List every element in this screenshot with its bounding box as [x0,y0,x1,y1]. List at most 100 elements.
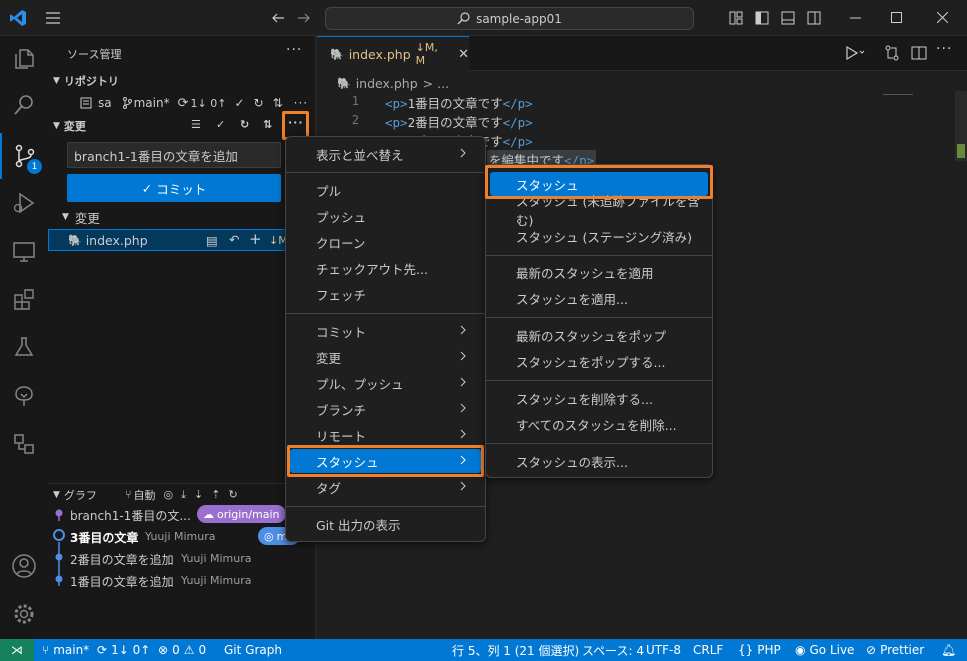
graph-commit-message[interactable]: 1番目の文章を追加 [70,573,174,590]
status-cursor-position[interactable]: 行 5、列 1 (21 個選択) [452,639,579,661]
menu-icon[interactable] [45,11,61,25]
split-editor-icon[interactable] [911,45,927,61]
back-arrow-icon[interactable] [271,11,285,25]
graph-commit-message[interactable]: branch1-1番目の文... [70,507,191,524]
status-problems[interactable]: ⊗ 0 ⚠ 0 [158,639,206,661]
search-icon[interactable] [0,82,48,128]
menu-item-clone[interactable]: クローン [290,230,481,254]
status-eol[interactable]: CRLF [693,639,723,661]
sidebar-more-actions-icon[interactable]: ··· [286,42,302,58]
fetch-icon[interactable]: ⤓ [181,488,186,502]
breadcrumb[interactable]: 🐘 index.php > ... [337,73,449,93]
menu-separator [486,380,712,381]
customize-layout-icon[interactable] [729,11,743,25]
graph-section-header[interactable]: ▼ グラフ ⑂ 自動 ◎ ⤓ ⇣ ⇡ ↻ [48,483,316,505]
close-window-icon[interactable] [937,12,948,23]
code-line[interactable]: <p>2番目の文章です</p> [385,112,533,131]
refresh-icon[interactable]: ↻ [254,96,264,110]
status-sync[interactable]: ⟳ 1↓ 0↑ [97,639,150,661]
account-icon[interactable] [0,543,48,589]
notifications-bell-icon[interactable]: 🔔︎ [941,639,956,661]
graph-commit-message[interactable]: 3番目の文章 [70,529,138,546]
publish-icon[interactable]: ⇅ [273,96,283,110]
changed-file-row[interactable]: 🐘 index.php ▤ ↶ + ↓M [48,229,316,251]
source-control-icon[interactable]: 1 [0,133,48,179]
pull-icon[interactable]: ⇣ [194,488,203,501]
status-prettier[interactable]: ⊘ Prettier [866,639,924,661]
view-as-list-icon[interactable]: ☰ [191,118,201,131]
graph-commit-message[interactable]: 2番目の文章を追加 [70,551,174,568]
menu-item-remote[interactable]: リモート [290,423,481,447]
commit-check-icon[interactable]: ✓ [234,96,244,110]
commit-message-input[interactable]: branch1-1番目の文章を追加 [67,142,281,168]
menu-item-commit[interactable]: コミット [290,319,481,343]
submenu-item-stash-untracked[interactable]: スタッシュ (未追跡ファイルを含む) [490,194,708,228]
toggle-secondary-sidebar-icon[interactable] [807,11,821,25]
menu-item-push[interactable]: プッシュ [290,204,481,228]
containers-icon[interactable] [0,421,48,467]
submenu-item-stash-staged[interactable]: スタッシュ (ステージング済み) [490,224,708,248]
changes-section-header[interactable]: ▼ 変更 ☰ ✓ ↻ ⇅ ··· [48,115,316,137]
forward-arrow-icon[interactable] [297,11,311,25]
submenu-item-drop[interactable]: スタッシュを削除する... [490,386,708,410]
stage-changes-icon[interactable]: + [249,230,262,248]
git-graph-icon[interactable] [0,373,48,419]
repo-more-icon[interactable]: ··· [294,96,308,110]
editor-more-actions-icon[interactable]: ··· [936,41,952,57]
menu-item-branch[interactable]: ブランチ [290,397,481,421]
refresh-icon[interactable]: ↻ [240,118,249,131]
submenu-item-apply-latest[interactable]: 最新のスタッシュを適用 [490,260,708,284]
status-git-graph[interactable]: Git Graph [224,639,282,661]
menu-item-fetch[interactable]: フェッチ [290,282,481,306]
submenu-item-drop-all[interactable]: すべてのスタッシュを削除... [490,412,708,436]
testing-icon[interactable] [0,324,48,370]
repositories-section-header[interactable]: ▼ リポジトリ [48,70,316,92]
target-icon[interactable]: ◎ [164,488,174,501]
status-language[interactable]: {} PHP [738,639,781,661]
remote-indicator[interactable]: ⋊ [0,639,34,661]
minimap[interactable] [883,94,913,100]
open-changes-icon[interactable] [884,45,900,61]
toggle-panel-icon[interactable] [781,11,795,25]
minimize-icon[interactable] [850,17,862,19]
remote-explorer-icon[interactable] [0,229,48,275]
refresh-icon[interactable]: ↻ [228,488,237,501]
pull-push-icon[interactable]: ⇅ [263,118,272,131]
toggle-sidebar-icon[interactable] [755,11,769,25]
menu-item-tags[interactable]: タグ [290,475,481,499]
settings-gear-icon[interactable] [0,591,48,637]
status-encoding[interactable]: UTF-8 [646,639,681,661]
submenu-item-view-stash[interactable]: スタッシュの表示... [490,449,708,473]
sync-icon[interactable]: ⟳ [178,96,189,111]
menu-item-pull-push[interactable]: プル、プッシュ [290,371,481,395]
graph-auto-label[interactable]: 自動 [134,487,156,503]
run-icon[interactable] [845,45,865,61]
explorer-icon[interactable] [0,36,48,82]
maximize-icon[interactable] [891,12,902,23]
menu-item-view-sort[interactable]: 表示と並べ替え [290,142,481,166]
discard-changes-icon[interactable]: ↶ [229,232,239,247]
command-center-search[interactable]: sample-app01 [325,7,694,30]
open-file-icon[interactable]: ▤ [206,233,218,248]
menu-item-show-git-output[interactable]: Git 出力の表示 [290,512,481,536]
status-go-live[interactable]: ◉ Go Live [795,639,854,661]
submenu-item-apply[interactable]: スタッシュを適用... [490,286,708,310]
editor-tab-index-php[interactable]: 🐘 index.php ↓M, M ✕ [317,36,469,71]
status-branch[interactable]: ⑂ main* [42,639,89,661]
submenu-item-pop-latest[interactable]: 最新のスタッシュをポップ [490,323,708,347]
menu-item-changes[interactable]: 変更 [290,345,481,369]
vscode-logo-icon [9,9,27,27]
run-debug-icon[interactable] [0,180,48,226]
changes-group-row[interactable]: ▼ 変更 [48,206,316,228]
extensions-icon[interactable] [0,276,48,322]
submenu-item-pop[interactable]: スタッシュをポップする... [490,349,708,373]
status-indentation[interactable]: スペース: 4 [582,639,644,661]
menu-item-pull[interactable]: プル [290,178,481,202]
push-icon[interactable]: ⇡ [211,488,220,501]
menu-item-checkout[interactable]: チェックアウト先... [290,256,481,280]
close-tab-icon[interactable]: ✕ [458,47,469,62]
repository-row[interactable]: sa main* ⟳ 1↓ 0↑ ✓ ↻ ⇅ ··· [48,92,316,114]
commit-button[interactable]: ✓ コミット [67,174,281,202]
code-line[interactable]: <p>1番目の文章です</p> [385,93,533,112]
commit-check-icon[interactable]: ✓ [216,118,225,131]
